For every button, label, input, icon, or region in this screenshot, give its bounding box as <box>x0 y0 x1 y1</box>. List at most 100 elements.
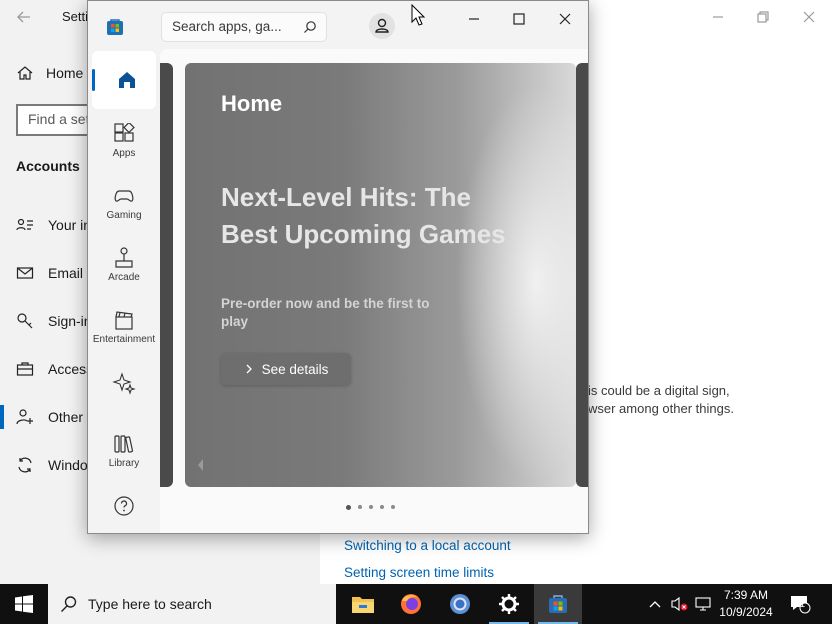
store-icon <box>549 595 567 613</box>
person-add-icon <box>16 409 33 425</box>
maximize-icon[interactable] <box>509 11 529 27</box>
library-icon <box>114 435 134 453</box>
settings-nav-item-other-users[interactable]: Other <box>16 405 83 429</box>
sidebar-item-copilot[interactable] <box>88 371 160 398</box>
settings-home-label: Home <box>46 65 84 81</box>
see-details-label: See details <box>261 361 329 377</box>
minimize-icon[interactable] <box>707 6 729 28</box>
settings-home-link[interactable]: Home <box>16 62 83 84</box>
tray-chevron[interactable] <box>644 584 666 624</box>
hero-glow <box>456 83 576 483</box>
search-icon[interactable] <box>303 20 317 34</box>
sidebar-item-help[interactable] <box>88 495 160 520</box>
hero-banner[interactable]: Home Next-Level Hits: The Best Upcoming … <box>185 63 576 487</box>
firefox-icon <box>401 594 421 614</box>
store-logo-icon <box>107 19 123 35</box>
start-button[interactable] <box>0 584 48 624</box>
carousel-prev-icon[interactable] <box>195 457 205 473</box>
carousel-dot[interactable] <box>346 504 351 510</box>
carousel-dot[interactable] <box>369 505 373 509</box>
store-content: Home Next-Level Hits: The Best Upcoming … <box>160 49 588 533</box>
taskbar-settings[interactable] <box>485 584 533 624</box>
taskbar-clock[interactable]: 7:39 AM 10/9/2024 <box>714 587 778 621</box>
hero-title: Next-Level Hits: The Best Upcoming Games <box>221 182 506 249</box>
briefcase-icon <box>16 362 34 376</box>
sidebar-item-entertainment[interactable]: Entertainment <box>88 309 160 345</box>
help-icon <box>114 496 134 516</box>
page-title: Home <box>221 91 283 116</box>
store-window: Search apps, ga... Apps Gaming Arcade En… <box>87 0 589 534</box>
home-icon <box>119 72 135 88</box>
active-indicator <box>92 69 95 91</box>
windows-logo-icon <box>15 595 33 613</box>
sidebar-item-apps[interactable]: Apps <box>88 123 160 159</box>
settings-app-title: Setti <box>62 9 89 24</box>
back-arrow-icon[interactable] <box>14 7 34 27</box>
settings-section-title: Accounts <box>16 158 80 174</box>
home-icon <box>17 66 33 80</box>
store-search-input[interactable]: Search apps, ga... <box>161 12 327 42</box>
settings-nav-item-access[interactable]: Access <box>16 357 93 381</box>
clock-date: 10/9/2024 <box>719 605 773 619</box>
tray-volume[interactable] <box>668 584 690 624</box>
settings-icon <box>499 594 519 614</box>
sparkle-icon <box>112 372 136 395</box>
carousel-indicator <box>346 504 395 510</box>
settings-nav-item-email[interactable]: Email & <box>16 261 96 285</box>
chevron-right-icon <box>246 364 252 374</box>
key-icon <box>17 313 33 329</box>
carousel-dot[interactable] <box>380 505 384 509</box>
sidebar-item-label: Entertainment <box>92 334 156 345</box>
sidebar-item-label: Arcade <box>108 272 140 283</box>
minimize-icon[interactable] <box>464 11 484 27</box>
settings-body-text: is could be a digital sign, <box>588 383 730 398</box>
settings-nav-item-sign-in[interactable]: Sign-in <box>16 309 92 333</box>
previous-card-edge[interactable] <box>160 63 173 487</box>
taskbar: Type here to search 7:39 AM 10/9/2024 1 <box>0 584 832 624</box>
gamepad-icon <box>114 190 134 202</box>
person-icon <box>375 18 389 33</box>
store-search-placeholder: Search apps, ga... <box>172 19 282 34</box>
notification-count: 1 <box>800 599 806 609</box>
restore-icon[interactable] <box>752 6 774 28</box>
settings-active-indicator <box>0 405 4 429</box>
taskbar-search-box[interactable]: Type here to search <box>48 584 336 624</box>
settings-nav-item-your-info[interactable]: Your in <box>16 213 91 237</box>
sidebar-item-home[interactable] <box>92 51 156 109</box>
taskbar-search-placeholder: Type here to search <box>88 596 212 612</box>
carousel-dot[interactable] <box>358 505 362 509</box>
taskbar-firefox[interactable] <box>387 584 435 624</box>
joystick-icon <box>115 247 133 268</box>
see-details-button[interactable]: See details <box>221 353 351 385</box>
sidebar-item-label: Apps <box>112 148 136 159</box>
settings-nav-label: Your in <box>48 217 92 233</box>
account-avatar[interactable] <box>369 13 395 39</box>
sidebar-item-library[interactable]: Library <box>88 433 160 469</box>
settings-nav-item-windows-backup[interactable]: Windo <box>16 453 88 477</box>
close-icon[interactable] <box>798 6 820 28</box>
tray-network[interactable] <box>692 584 714 624</box>
carousel-dot[interactable] <box>391 505 395 509</box>
taskbar-chrome[interactable] <box>436 584 484 624</box>
chrome-icon <box>450 594 470 614</box>
person-card-icon <box>16 218 33 231</box>
clapperboard-icon <box>115 311 133 330</box>
sidebar-item-gaming[interactable]: Gaming <box>88 185 160 221</box>
mouse-cursor-icon <box>411 4 425 26</box>
search-icon <box>61 596 77 612</box>
volume-muted-icon <box>671 596 688 612</box>
action-center-button[interactable]: 1 <box>786 584 814 624</box>
taskbar-file-explorer[interactable] <box>339 584 387 624</box>
next-card-edge[interactable] <box>576 63 588 487</box>
screen-time-limits-link[interactable]: Setting screen time limits <box>344 565 494 580</box>
settings-nav-label: Sign-in <box>48 313 92 329</box>
switch-local-account-link[interactable]: Switching to a local account <box>344 538 511 553</box>
store-sidebar: Apps Gaming Arcade Entertainment Library <box>88 49 160 533</box>
close-icon[interactable] <box>555 11 575 27</box>
sidebar-item-label: Library <box>108 458 140 469</box>
sidebar-item-arcade[interactable]: Arcade <box>88 247 160 283</box>
settings-nav-label: Windo <box>48 457 88 473</box>
network-icon <box>695 597 711 611</box>
taskbar-store[interactable] <box>534 584 582 624</box>
file-explorer-icon <box>352 597 374 613</box>
